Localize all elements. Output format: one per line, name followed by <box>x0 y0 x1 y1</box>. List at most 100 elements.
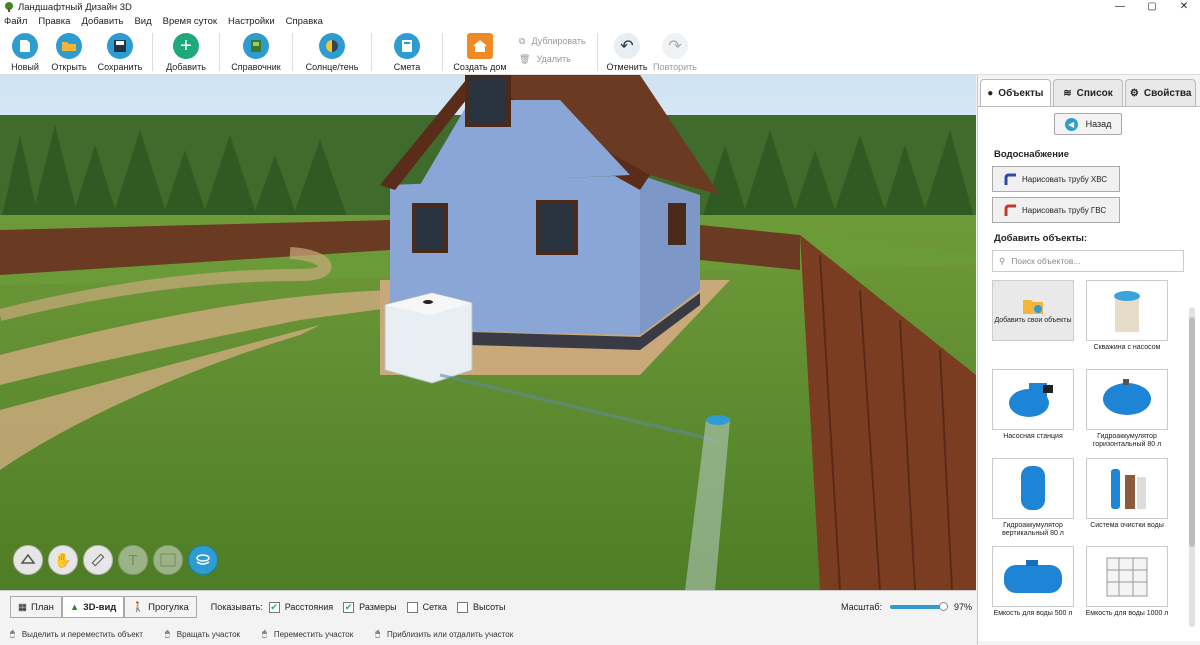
menu-add[interactable]: Добавить <box>81 16 123 27</box>
redo-button[interactable]: ↷ Повторить <box>650 29 700 72</box>
water-supply-title: Водоснабжение <box>994 149 1070 160</box>
menu-edit[interactable]: Правка <box>38 16 70 27</box>
scale-label: Масштаб: <box>840 602 882 612</box>
delete-button[interactable]: 🗑 Удалить <box>519 50 591 68</box>
well-icon <box>1086 280 1168 341</box>
scene-render <box>0 75 976 590</box>
add-button[interactable]: + Добавить <box>159 29 213 72</box>
object-card-custom[interactable]: Добавить свои объекты <box>992 280 1074 367</box>
water-supply-tool-icon[interactable] <box>188 545 218 575</box>
scale-control: Масштаб: 97% <box>841 602 972 612</box>
menu-help[interactable]: Справка <box>286 16 323 27</box>
toolbar: Новый Открыть Сохранить + Добавить Справ… <box>0 29 1200 75</box>
new-file-icon <box>12 33 38 59</box>
close-button[interactable]: ✕ <box>1168 0 1200 14</box>
mouse-middle-icon: 🖱 <box>262 629 267 638</box>
new-button[interactable]: Новый <box>6 29 44 72</box>
layers-icon: ≋ <box>1063 87 1072 99</box>
app-logo-icon <box>4 2 14 12</box>
menu-view[interactable]: Вид <box>134 16 151 27</box>
sun-icon <box>319 33 345 59</box>
viewport-tools: ✋ T <box>13 545 218 575</box>
3d-view-button[interactable]: ▲ 3D-вид <box>61 596 125 618</box>
walk-button[interactable]: 🚶 Прогулка <box>124 596 197 618</box>
grid-checkbox[interactable]: Сетка <box>406 601 447 613</box>
object-card-pump-station[interactable]: Насосная станция <box>992 368 1074 456</box>
trash-icon: 🗑 <box>519 53 531 64</box>
folder-icon <box>56 33 82 59</box>
draw-cold-pipe-button[interactable]: Нарисовать трубу ХВС <box>992 166 1120 192</box>
3d-viewport[interactable]: ✋ T <box>0 75 976 590</box>
rotate-view-icon[interactable] <box>13 545 43 575</box>
right-panel: ● Объекты ≋ Список ⚙ Свойства ◀ Назад Водос… <box>977 75 1200 645</box>
heights-checkbox[interactable]: Высоты <box>457 601 506 613</box>
object-card-tank-1000[interactable]: Емкость для воды 1000 л <box>1086 546 1168 633</box>
tab-list[interactable]: ≋ Список <box>1052 79 1124 106</box>
panel-body: ◀ Назад Водоснабжение Нарисовать трубу Х… <box>978 106 1200 641</box>
estimate-button[interactable]: Смета <box>378 29 436 72</box>
plan-icon: ▦ <box>18 601 27 613</box>
ibc-tank-icon <box>1086 546 1168 608</box>
duplicate-icon: ⧉ <box>519 35 526 46</box>
save-button[interactable]: Сохранить <box>94 29 146 72</box>
scrollbar-thumb[interactable] <box>1189 317 1195 547</box>
hot-pipe-icon <box>1004 204 1016 216</box>
view-mode-bar: ▦ План ▲ 3D-вид 🚶 Прогулка Показывать: ✔ Рас… <box>0 590 976 623</box>
status-bar: 🖱 Выделить и переместить объект 🖱 Вращать … <box>0 623 976 645</box>
duplicate-button[interactable]: ⧉ Дублировать <box>519 32 591 50</box>
draw-hot-pipe-button[interactable]: Нарисовать трубу ГВС <box>992 197 1120 223</box>
menu-settings[interactable]: Настройки <box>228 16 275 27</box>
scale-slider-knob[interactable] <box>939 602 949 611</box>
book-icon <box>243 33 269 59</box>
search-input[interactable]: ⚲ Поиск объектов... <box>992 250 1184 272</box>
scale-slider[interactable] <box>889 602 949 611</box>
undo-button[interactable]: ↶ Отменить <box>604 29 650 72</box>
undo-icon: ↶ <box>614 33 640 59</box>
hand-pan-icon[interactable]: ✋ <box>48 545 78 575</box>
menu-file[interactable]: Файл <box>4 16 27 27</box>
open-button[interactable]: Открыть <box>44 29 94 72</box>
menu-bar: Файл Правка Добавить Вид Время суток Нас… <box>0 14 1200 29</box>
toolbar-separator <box>292 33 293 71</box>
status-hint-select: 🖱 Выделить и переместить объект <box>10 629 143 639</box>
objects-icon: ● <box>987 87 994 99</box>
toolbar-separator <box>597 33 598 71</box>
water-tank-icon <box>992 546 1074 608</box>
panel-scrollbar[interactable] <box>1189 307 1195 627</box>
add-objects-title: Добавить объекты: <box>994 233 1088 244</box>
objects-grid: Добавить свои объекты Скважина с насосом… <box>992 280 1186 635</box>
toolbar-separator <box>219 33 220 71</box>
mouse-left-icon: 🖱 <box>10 629 15 638</box>
status-hint-rotate: 🖱 Вращать участок <box>164 629 241 639</box>
tab-properties[interactable]: ⚙ Свойства <box>1125 79 1197 106</box>
minimize-button[interactable]: — <box>1104 0 1136 14</box>
tab-objects[interactable]: ● Объекты <box>980 79 1051 106</box>
image-tool-icon[interactable] <box>153 545 183 575</box>
maximize-button[interactable]: ▢ <box>1136 0 1168 14</box>
toolbar-separator <box>442 33 443 71</box>
status-hint-move: 🖱 Переместить участок <box>262 629 354 639</box>
object-card-tank-vertical[interactable]: Гидроаккумулятор вертикальный 80 л <box>992 457 1074 545</box>
window-title: Ландшафтный Дизайн 3D <box>18 1 132 13</box>
create-house-button[interactable]: Создать дом <box>449 29 511 72</box>
mouse-wheel-icon: 🖱 <box>375 629 381 638</box>
checkmark-icon: ✔ <box>343 601 355 613</box>
sun-shadow-button[interactable]: Солнце/тень <box>299 29 365 72</box>
sizes-checkbox[interactable]: ✔ Размеры <box>343 601 397 613</box>
object-card-tank-500[interactable]: Емкость для воды 500 л <box>992 546 1074 633</box>
menu-daytime[interactable]: Время суток <box>163 16 217 27</box>
mouse-right-icon: 🖱 <box>164 629 170 638</box>
ruler-icon[interactable] <box>83 545 113 575</box>
text-tool-icon[interactable]: T <box>118 545 148 575</box>
pump-station-icon <box>992 368 1074 430</box>
toolbar-separator <box>152 33 153 71</box>
reference-button[interactable]: Справочник <box>226 29 286 72</box>
back-button[interactable]: ◀ Назад <box>1054 113 1122 135</box>
object-card-filter[interactable]: Система очистки воды <box>1086 457 1168 545</box>
plan-view-button[interactable]: ▦ План <box>10 596 62 618</box>
object-card-well[interactable]: Скважина с насосом <box>1086 280 1168 367</box>
search-icon: ⚲ <box>999 255 1006 266</box>
object-card-tank-horizontal[interactable]: Гидроаккумулятор горизонтальный 80 л <box>1086 368 1168 456</box>
plus-icon: + <box>173 33 199 59</box>
distances-checkbox[interactable]: ✔ Расстояния <box>268 601 333 613</box>
